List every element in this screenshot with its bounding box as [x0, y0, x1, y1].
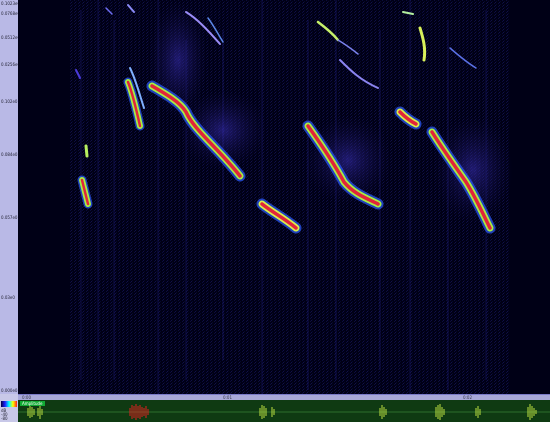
spectrogram-view[interactable]	[18, 0, 550, 394]
waveform-panel[interactable]: dB -40 -80 Amplitude	[0, 400, 550, 422]
waveform-canvas	[18, 404, 550, 420]
side-label: -80	[1, 416, 8, 421]
freq-tick: 0.057e0	[1, 215, 18, 220]
freq-tick: 0.000e0	[1, 388, 18, 393]
freq-tick: 0.084e0	[1, 152, 18, 157]
palette-panel: dB -40 -80	[0, 400, 18, 422]
waveform-label: Amplitude	[20, 401, 45, 406]
spectrogram-canvas	[18, 0, 550, 394]
freq-tick: 0.03e0	[1, 295, 15, 300]
color-palette[interactable]	[1, 401, 17, 407]
frequency-axis: 0.1023e0 0.0768e0 0.0512e0 0.0256e0 0.10…	[0, 0, 20, 394]
spectrogram-app: 0.1023e0 0.0768e0 0.0512e0 0.0256e0 0.10…	[0, 0, 550, 422]
freq-tick: 0.102e0	[1, 99, 18, 104]
